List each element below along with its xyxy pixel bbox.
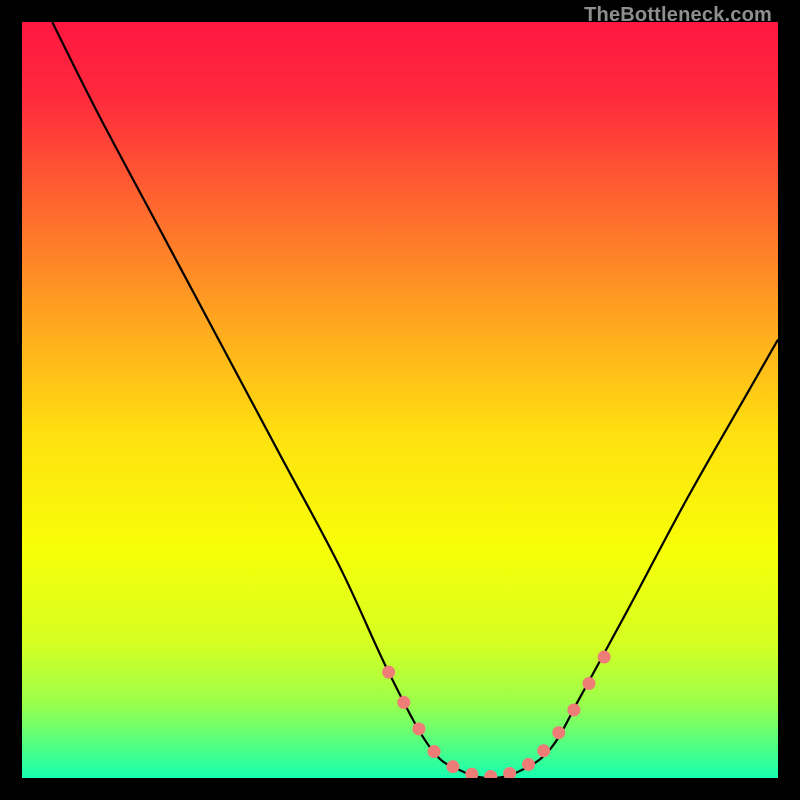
watermark-text: TheBottleneck.com bbox=[584, 4, 772, 27]
highlight-dot bbox=[397, 696, 410, 709]
highlight-dot bbox=[567, 703, 580, 716]
highlight-dot bbox=[552, 726, 565, 739]
highlight-dot bbox=[446, 760, 459, 773]
highlight-dot bbox=[412, 722, 425, 735]
plot-frame bbox=[22, 22, 778, 778]
highlight-dot bbox=[428, 745, 441, 758]
highlight-dot bbox=[537, 744, 550, 757]
highlight-dot bbox=[522, 758, 535, 771]
highlight-dot bbox=[382, 666, 395, 679]
highlight-dot bbox=[583, 677, 596, 690]
bottleneck-chart bbox=[22, 22, 778, 778]
gradient-background bbox=[22, 22, 778, 778]
highlight-dot bbox=[598, 651, 611, 664]
